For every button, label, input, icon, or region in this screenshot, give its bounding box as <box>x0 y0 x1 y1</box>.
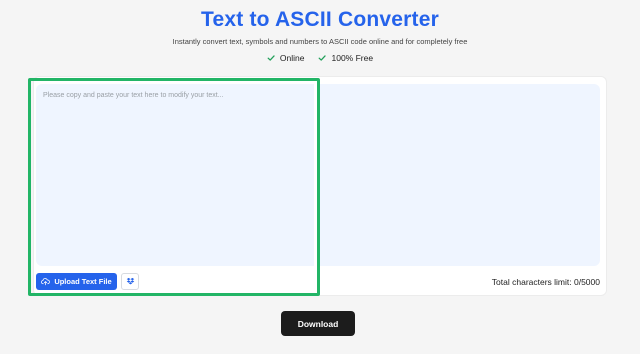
character-limit-counter: Total characters limit: 0/5000 <box>491 277 600 287</box>
upload-text-file-button[interactable]: Upload Text File <box>36 273 117 290</box>
feature-list: Online 100% Free <box>0 53 640 63</box>
text-input-placeholder: Please copy and paste your text here to … <box>43 92 224 99</box>
upload-button-label: Upload Text File <box>54 277 112 286</box>
text-input-area[interactable] <box>36 84 314 266</box>
check-icon <box>319 55 327 61</box>
feature-free: 100% Free <box>318 53 373 63</box>
check-icon <box>267 55 275 61</box>
cloud-upload-icon <box>41 278 51 286</box>
dropbox-button[interactable] <box>121 273 139 290</box>
dropbox-icon <box>126 277 134 285</box>
feature-label: Online <box>279 53 305 63</box>
ascii-output-area[interactable] <box>318 84 600 266</box>
page-title: Text to ASCII Converter <box>201 8 439 31</box>
feature-online: Online <box>267 53 305 63</box>
feature-label: 100% Free <box>331 53 374 63</box>
download-button[interactable]: Download <box>281 311 355 336</box>
page-subtitle: Instantly convert text, symbols and numb… <box>172 37 468 46</box>
